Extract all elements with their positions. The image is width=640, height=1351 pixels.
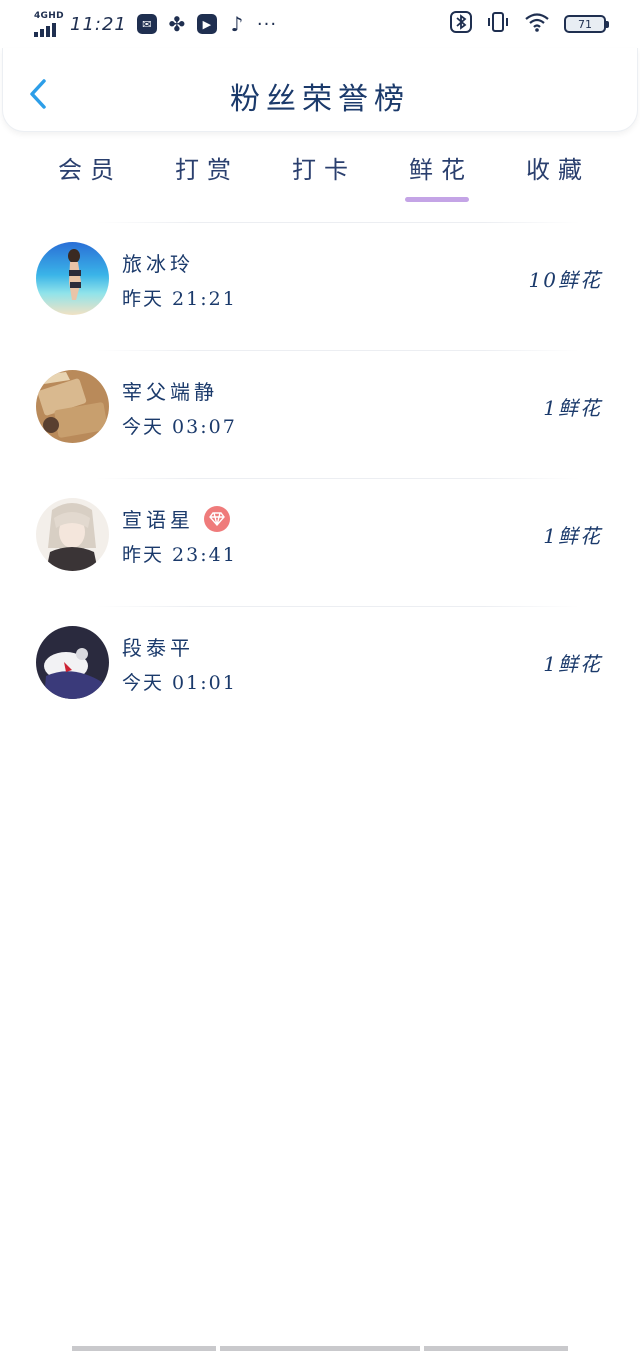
pinwheel-icon: ✤ [168,12,186,36]
avatar[interactable] [36,498,109,571]
tiktok-icon: ♪ [230,12,244,36]
fan-time: 今天 01:01 [122,672,237,694]
tab-label: 会员 [58,156,122,184]
status-left: 4GHD 11:21 ✉ ✤ ▶ ♪ ··· [34,12,278,37]
vibrate-icon [486,11,510,38]
fan-time: 今天 03:07 [122,416,237,438]
more-notifications: ··· [256,13,278,35]
fan-name-text: 宣语星 [122,508,194,532]
status-right: 71 [450,10,609,38]
fan-name: 段泰平 [122,632,194,661]
flower-count: 1鲜花 [543,396,602,420]
tab-tips[interactable]: 打赏 [153,140,253,204]
tab-flowers[interactable]: 鲜花 [387,140,487,204]
page-title: 粉丝荣誉榜 [230,82,410,117]
flower-count: 1鲜花 [543,652,602,676]
list-item[interactable]: 宣语星 昨天 23:41 1鲜花 [0,478,640,606]
fan-time: 昨天 21:21 [122,288,237,310]
list-item[interactable]: 段泰平 今天 01:01 1鲜花 [0,606,640,734]
fan-name-text: 宰父端静 [122,380,218,404]
network-type: 4GHD [34,11,64,21]
list-item[interactable]: 旅冰玲 昨天 21:21 10鲜花 [0,222,640,350]
tab-label: 打卡 [292,156,356,184]
fan-name: 宣语星 [122,504,230,533]
battery-level: 71 [578,17,592,31]
header: 粉丝荣誉榜 [2,48,638,132]
avatar[interactable] [36,242,109,315]
fan-name-text: 旅冰玲 [122,252,194,276]
fan-name: 宰父端静 [122,376,218,405]
tab-label: 鲜花 [409,156,473,184]
list-item[interactable]: 宰父端静 今天 03:07 1鲜花 [0,350,640,478]
tab-bar: 会员 打赏 打卡 鲜花 收藏 [36,140,604,204]
tab-label: 收藏 [526,156,590,184]
status-time: 11:21 [70,13,127,35]
status-bar: 4GHD 11:21 ✉ ✤ ▶ ♪ ··· 71 [0,0,640,48]
tab-favorites[interactable]: 收藏 [504,140,604,204]
flower-count: 10鲜花 [528,268,602,292]
avatar[interactable] [36,370,109,443]
tab-members[interactable]: 会员 [36,140,136,204]
flower-count: 1鲜花 [543,524,602,548]
battery-icon: 71 [564,15,609,33]
avatar[interactable] [36,626,109,699]
vip-diamond-icon [204,505,230,532]
gesture-bar[interactable] [72,1346,568,1351]
fan-name: 旅冰玲 [122,248,194,277]
fan-time: 昨天 23:41 [122,544,237,566]
mail-icon: ✉ [136,14,157,34]
tab-label: 打赏 [175,156,239,184]
wifi-icon [524,11,550,38]
tab-checkin[interactable]: 打卡 [270,140,370,204]
tab-active-indicator [405,197,469,202]
cell-signal-icon: 4GHD [34,12,64,37]
fan-name-text: 段泰平 [122,636,194,660]
bluetooth-icon [450,10,472,38]
play-icon: ▶ [196,14,217,34]
